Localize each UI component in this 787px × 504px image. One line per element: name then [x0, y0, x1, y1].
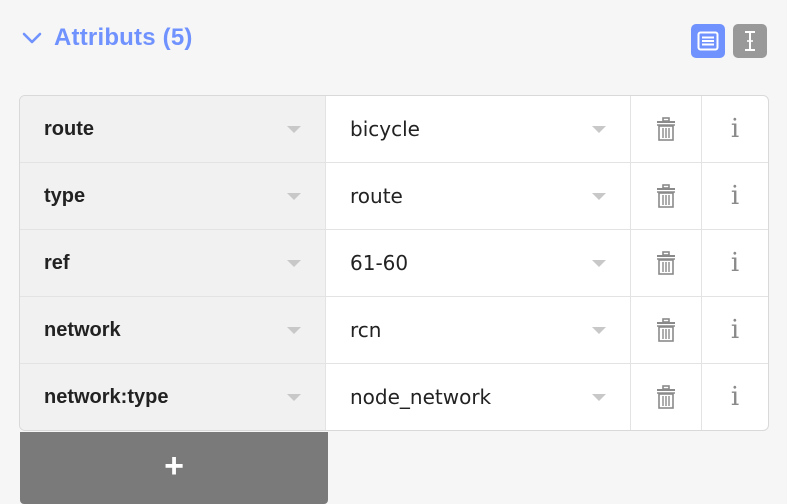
- tag-value-text: bicycle: [350, 117, 420, 141]
- text-view-icon: [745, 31, 755, 51]
- trash-icon: [657, 385, 675, 409]
- value-dropdown-icon[interactable]: [592, 327, 606, 334]
- trash-icon: [657, 318, 675, 342]
- delete-tag-button[interactable]: [631, 364, 702, 430]
- tag-row: network rcn i: [20, 297, 768, 364]
- delete-tag-button[interactable]: [631, 163, 702, 229]
- tag-row: type route i: [20, 163, 768, 230]
- trash-icon: [657, 184, 675, 208]
- add-tag-button[interactable]: +: [20, 432, 328, 504]
- list-view-button[interactable]: [691, 24, 725, 58]
- tag-value-field[interactable]: rcn: [326, 297, 631, 363]
- info-icon: i: [730, 315, 740, 345]
- trash-icon: [657, 251, 675, 275]
- key-dropdown-icon[interactable]: [287, 260, 301, 267]
- section-title[interactable]: Attributs (5): [54, 24, 193, 52]
- key-dropdown-icon[interactable]: [287, 126, 301, 133]
- tag-row: ref 61-60 i: [20, 230, 768, 297]
- tag-key-text: ref: [44, 251, 70, 274]
- value-dropdown-icon[interactable]: [592, 394, 606, 401]
- info-icon: i: [730, 181, 740, 211]
- tag-row: route bicycle i: [20, 96, 768, 163]
- tag-info-button[interactable]: i: [702, 96, 768, 162]
- delete-tag-button[interactable]: [631, 96, 702, 162]
- info-icon: i: [730, 248, 740, 278]
- tag-value-text: route: [350, 184, 403, 208]
- delete-tag-button[interactable]: [631, 230, 702, 296]
- tag-key-field[interactable]: network: [20, 297, 326, 363]
- info-icon: i: [730, 114, 740, 144]
- key-dropdown-icon[interactable]: [287, 394, 301, 401]
- tag-key-text: route: [44, 117, 94, 140]
- tag-key-field[interactable]: route: [20, 96, 326, 162]
- tag-key-field[interactable]: network:type: [20, 364, 326, 430]
- tag-row: network:type node_network i: [20, 364, 768, 430]
- tag-key-field[interactable]: ref: [20, 230, 326, 296]
- attributes-header: Attributs (5): [22, 18, 767, 58]
- tag-value-text: node_network: [350, 385, 492, 409]
- tag-info-button[interactable]: i: [702, 297, 768, 363]
- text-view-button[interactable]: [733, 24, 767, 58]
- key-dropdown-icon[interactable]: [287, 193, 301, 200]
- key-dropdown-icon[interactable]: [287, 327, 301, 334]
- tag-key-field[interactable]: type: [20, 163, 326, 229]
- tag-value-field[interactable]: 61-60: [326, 230, 631, 296]
- view-toggle: [691, 24, 767, 58]
- tag-info-button[interactable]: i: [702, 364, 768, 430]
- tag-value-text: 61-60: [350, 251, 409, 275]
- trash-icon: [657, 117, 675, 141]
- tag-info-button[interactable]: i: [702, 163, 768, 229]
- tag-value-text: rcn: [350, 318, 382, 342]
- delete-tag-button[interactable]: [631, 297, 702, 363]
- add-icon: +: [164, 447, 184, 485]
- value-dropdown-icon[interactable]: [592, 126, 606, 133]
- tag-key-text: type: [44, 184, 86, 207]
- value-dropdown-icon[interactable]: [592, 260, 606, 267]
- tag-info-button[interactable]: i: [702, 230, 768, 296]
- tag-value-field[interactable]: route: [326, 163, 631, 229]
- tag-value-field[interactable]: bicycle: [326, 96, 631, 162]
- tag-key-text: network: [44, 318, 121, 341]
- info-icon: i: [730, 382, 740, 412]
- list-view-icon: [697, 31, 719, 51]
- value-dropdown-icon[interactable]: [592, 193, 606, 200]
- tag-value-field[interactable]: node_network: [326, 364, 631, 430]
- tag-table: route bicycle i type route i ref 61-60 i…: [19, 95, 769, 431]
- tag-key-text: network:type: [44, 385, 169, 408]
- chevron-down-icon[interactable]: [22, 27, 44, 49]
